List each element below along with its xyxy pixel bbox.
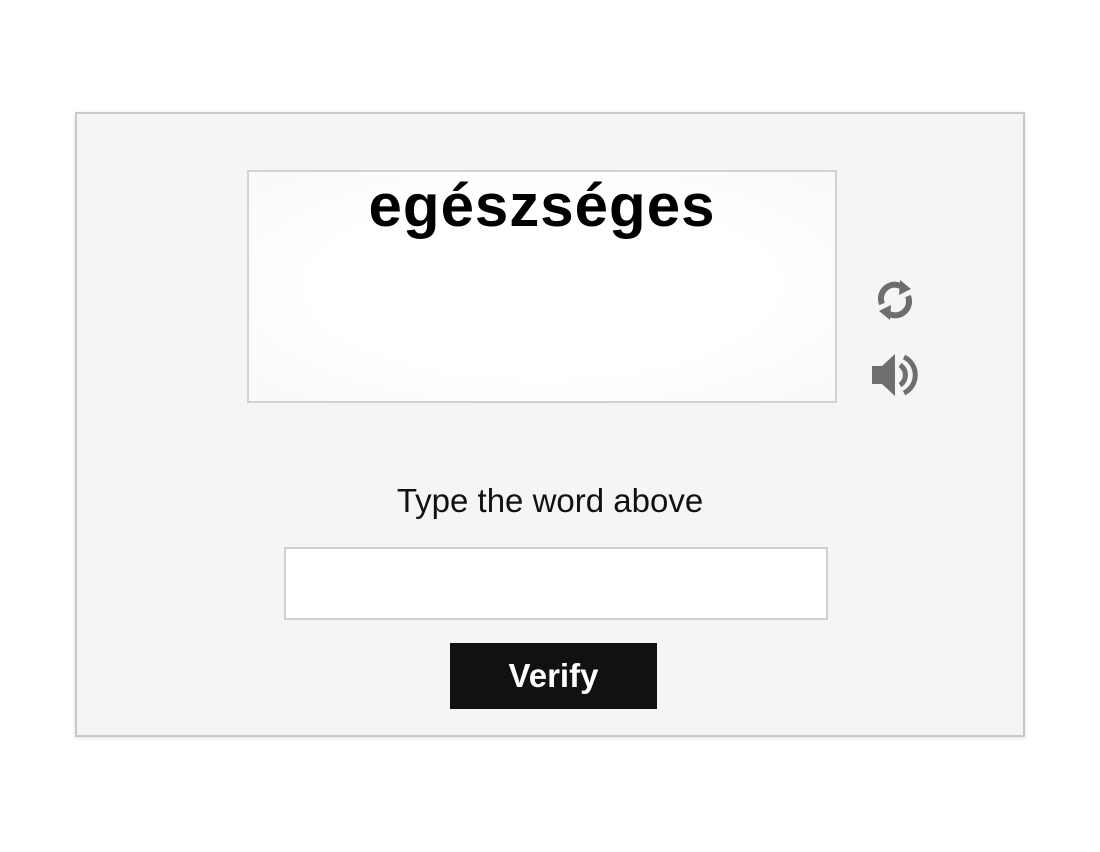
prompt-label: Type the word above: [396, 482, 704, 519]
speaker-icon: [872, 354, 918, 396]
refresh-button[interactable]: [867, 272, 923, 328]
audio-button[interactable]: [867, 347, 923, 403]
verify-button[interactable]: Verify: [450, 643, 657, 709]
captcha-word: egészséges: [368, 172, 716, 239]
captcha-panel: egészséges Type the word above Verify: [75, 112, 1025, 737]
refresh-icon: [877, 280, 913, 320]
captcha-image: egészséges: [247, 170, 837, 403]
answer-input[interactable]: [284, 547, 828, 620]
